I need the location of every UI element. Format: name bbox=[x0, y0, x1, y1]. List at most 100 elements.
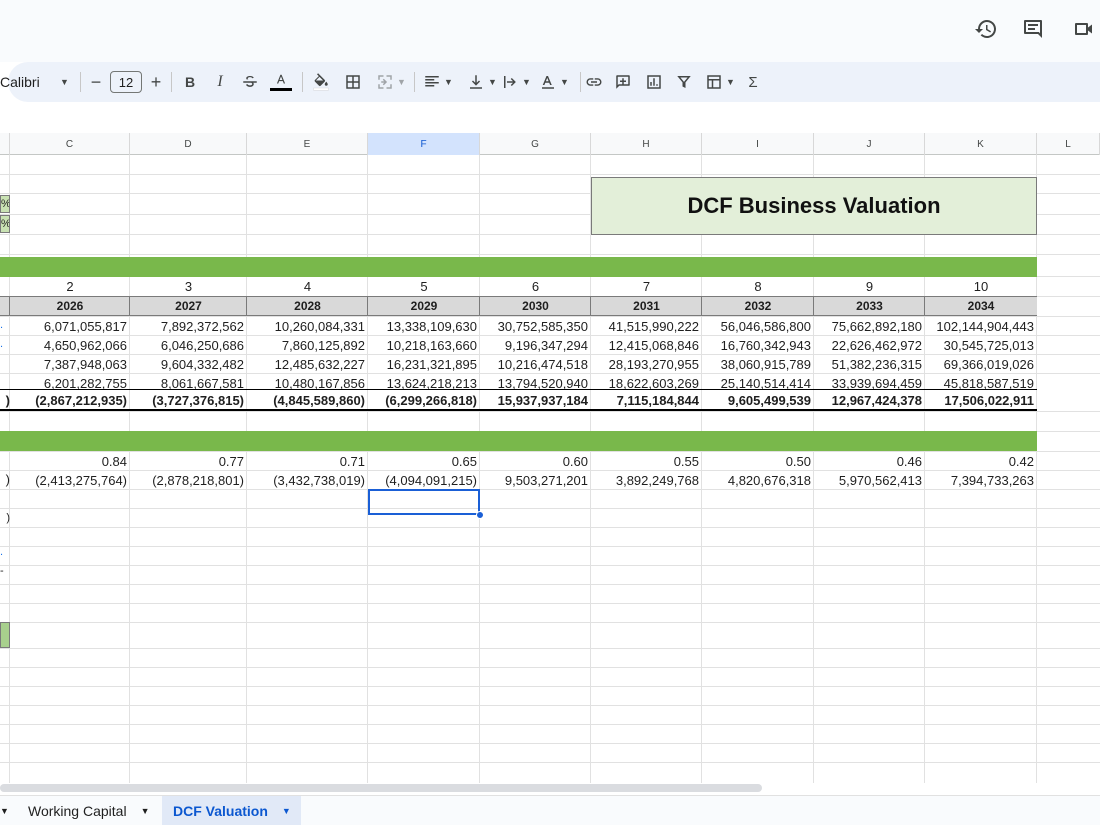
data-cell[interactable]: 41,515,990,222 bbox=[591, 317, 702, 336]
data-cell[interactable]: 7,387,948,063 bbox=[10, 355, 130, 374]
tab-menu-caret-icon[interactable]: ▼ bbox=[282, 806, 291, 816]
tab-working-capital[interactable]: Working Capital ▼ bbox=[28, 796, 154, 825]
present-value-cell[interactable]: 7,394,733,263 bbox=[925, 471, 1037, 490]
data-cell[interactable]: 13,338,109,630 bbox=[368, 317, 480, 336]
data-cell[interactable]: 30,752,585,350 bbox=[480, 317, 591, 336]
year-cell[interactable]: 2034 bbox=[925, 297, 1037, 316]
data-cell[interactable]: 9,196,347,294 bbox=[480, 336, 591, 355]
column-header-l[interactable]: L bbox=[1037, 133, 1100, 155]
column-header-k[interactable]: K bbox=[925, 133, 1037, 155]
period-cell[interactable]: 3 bbox=[130, 277, 247, 296]
column-header-i[interactable]: I bbox=[702, 133, 814, 155]
column-header-c[interactable]: C bbox=[10, 133, 130, 155]
insert-comment-icon[interactable] bbox=[613, 70, 633, 94]
period-cell[interactable]: 6 bbox=[480, 277, 591, 296]
discount-factor-cell[interactable]: 0.84 bbox=[10, 452, 130, 471]
total-cell[interactable]: 7,115,184,844 bbox=[591, 391, 702, 410]
data-cell[interactable]: 7,860,125,892 bbox=[247, 336, 368, 355]
meet-video-icon[interactable] bbox=[1072, 17, 1096, 41]
text-rotation-icon[interactable]: ▼ bbox=[538, 70, 570, 94]
discount-factor-cell[interactable]: 0.60 bbox=[480, 452, 591, 471]
discount-factor-cell[interactable]: 0.71 bbox=[247, 452, 368, 471]
data-cell[interactable]: 28,193,270,955 bbox=[591, 355, 702, 374]
total-cell[interactable]: (3,727,376,815) bbox=[130, 391, 247, 410]
data-cell[interactable]: 102,144,904,443 bbox=[925, 317, 1037, 336]
present-value-cell[interactable]: (2,878,218,801) bbox=[130, 471, 247, 490]
column-header-f[interactable]: F bbox=[368, 133, 480, 155]
data-cell[interactable]: 6,046,250,686 bbox=[130, 336, 247, 355]
present-value-cell[interactable]: 3,892,249,768 bbox=[591, 471, 702, 490]
column-header-e[interactable]: E bbox=[247, 133, 368, 155]
present-value-cell[interactable]: 4,820,676,318 bbox=[702, 471, 814, 490]
font-size-input[interactable]: 12 bbox=[109, 70, 143, 94]
total-cell[interactable]: 12,967,424,378 bbox=[814, 391, 925, 410]
borders-icon[interactable] bbox=[343, 70, 363, 94]
year-cell[interactable]: 2033 bbox=[814, 297, 925, 316]
insert-link-icon[interactable] bbox=[584, 70, 604, 94]
data-cell[interactable]: 75,662,892,180 bbox=[814, 317, 925, 336]
data-cell[interactable]: 56,046,586,800 bbox=[702, 317, 814, 336]
discount-factor-cell[interactable]: 0.46 bbox=[814, 452, 925, 471]
data-cell[interactable]: 69,366,019,026 bbox=[925, 355, 1037, 374]
discount-factor-cell[interactable]: 0.50 bbox=[702, 452, 814, 471]
insert-chart-icon[interactable] bbox=[644, 70, 664, 94]
data-cell[interactable]: 4,650,962,066 bbox=[10, 336, 130, 355]
year-cell[interactable]: 2030 bbox=[480, 297, 591, 316]
present-value-cell[interactable]: (3,432,738,019) bbox=[247, 471, 368, 490]
horizontal-align-icon[interactable]: ▼ bbox=[422, 70, 454, 94]
data-cell[interactable]: 30,545,725,013 bbox=[925, 336, 1037, 355]
data-cell[interactable]: 9,604,332,482 bbox=[130, 355, 247, 374]
data-cell[interactable]: 22,626,462,972 bbox=[814, 336, 925, 355]
data-cell[interactable]: 12,485,632,227 bbox=[247, 355, 368, 374]
total-cell[interactable]: 17,506,022,911 bbox=[925, 391, 1037, 410]
tab-dcf-valuation[interactable]: DCF Valuation ▼ bbox=[162, 796, 301, 825]
left-percent-cell[interactable]: % bbox=[0, 215, 10, 233]
data-cell[interactable]: 51,382,236,315 bbox=[814, 355, 925, 374]
data-cell[interactable]: 12,415,068,846 bbox=[591, 336, 702, 355]
discount-factor-cell[interactable]: 0.65 bbox=[368, 452, 480, 471]
column-header-j[interactable]: J bbox=[814, 133, 925, 155]
italic-button[interactable]: I bbox=[211, 70, 229, 94]
left-percent-cell[interactable]: % bbox=[0, 195, 10, 213]
period-cell[interactable]: 5 bbox=[368, 277, 480, 296]
year-cell[interactable]: 2029 bbox=[368, 297, 480, 316]
period-cell[interactable]: 4 bbox=[247, 277, 368, 296]
data-cell[interactable]: 16,231,321,895 bbox=[368, 355, 480, 374]
total-cell[interactable]: (4,845,589,860) bbox=[247, 391, 368, 410]
text-color-icon[interactable] bbox=[270, 70, 292, 94]
left-green-cell[interactable] bbox=[0, 622, 10, 648]
period-cell[interactable]: 8 bbox=[702, 277, 814, 296]
fill-color-icon[interactable] bbox=[310, 70, 332, 94]
data-cell[interactable]: 10,216,474,518 bbox=[480, 355, 591, 374]
data-cell[interactable]: 16,760,342,943 bbox=[702, 336, 814, 355]
horizontal-scrollbar-thumb[interactable] bbox=[0, 784, 762, 792]
period-cell[interactable]: 10 bbox=[925, 277, 1037, 296]
year-cell[interactable]: 2031 bbox=[591, 297, 702, 316]
total-cell[interactable]: (6,299,266,818) bbox=[368, 391, 480, 410]
present-value-cell[interactable]: (2,413,275,764) bbox=[10, 471, 130, 490]
column-header-g[interactable]: G bbox=[480, 133, 591, 155]
bold-button[interactable]: B bbox=[181, 70, 199, 94]
data-cell[interactable]: 10,260,084,331 bbox=[247, 317, 368, 336]
present-value-cell[interactable]: 9,503,271,201 bbox=[480, 471, 591, 490]
data-cell[interactable]: 7,892,372,562 bbox=[130, 317, 247, 336]
column-header-h[interactable]: H bbox=[591, 133, 702, 155]
present-value-cell[interactable]: 5,970,562,413 bbox=[814, 471, 925, 490]
present-value-cell[interactable]: (4,094,091,215) bbox=[368, 471, 480, 490]
font-family-dropdown-icon[interactable]: ▼ bbox=[56, 70, 70, 94]
comments-icon[interactable] bbox=[1021, 17, 1045, 41]
fill-handle[interactable] bbox=[476, 511, 484, 519]
table-view-icon[interactable]: ▼ bbox=[702, 70, 738, 94]
total-cell[interactable]: 15,937,937,184 bbox=[480, 391, 591, 410]
column-header-partial[interactable] bbox=[0, 133, 10, 155]
tab-menu-caret-icon[interactable]: ▼ bbox=[141, 806, 150, 816]
total-cell[interactable]: (2,867,212,935) bbox=[10, 391, 130, 410]
period-cell[interactable]: 9 bbox=[814, 277, 925, 296]
year-cell[interactable]: 2026 bbox=[10, 297, 130, 316]
filter-icon[interactable] bbox=[674, 70, 694, 94]
merge-cells-icon[interactable]: ▼ bbox=[374, 70, 408, 94]
strikethrough-icon[interactable] bbox=[241, 70, 259, 94]
functions-button[interactable]: Σ bbox=[744, 70, 762, 94]
period-cell[interactable]: 7 bbox=[591, 277, 702, 296]
vertical-align-icon[interactable]: ▼ bbox=[466, 70, 498, 94]
